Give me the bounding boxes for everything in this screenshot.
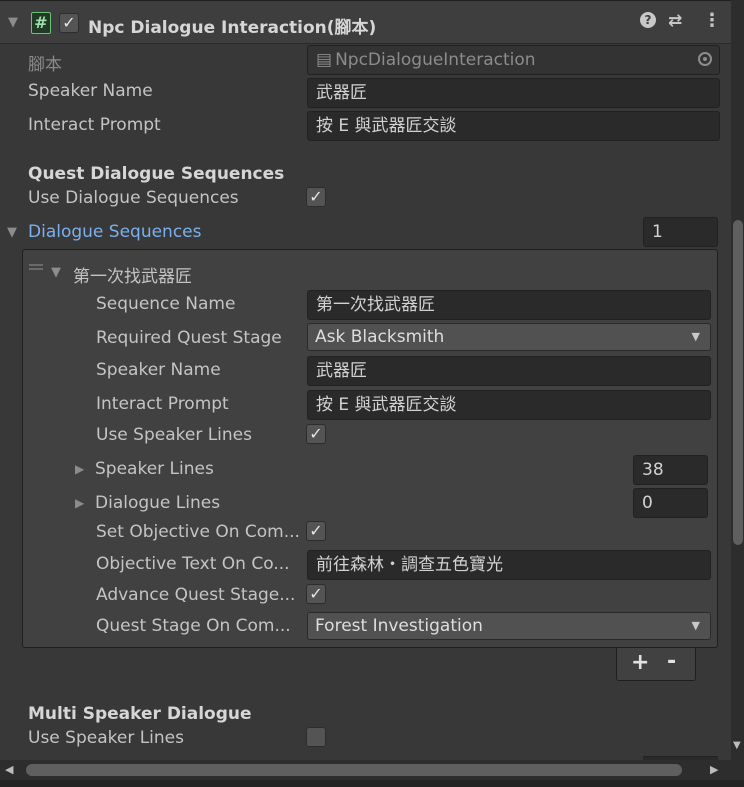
scroll-left-arrow-icon[interactable]: ◀: [5, 763, 13, 776]
interact-prompt-input[interactable]: 按 E 與武器匠交談: [307, 111, 720, 141]
advance-quest-stage-checkbox[interactable]: ✓: [306, 584, 326, 604]
sequence-interact-prompt-label: Interact Prompt: [96, 394, 229, 414]
script-field-value: NpcDialogueInteraction: [335, 50, 536, 70]
scroll-right-arrow-icon[interactable]: ▶: [710, 763, 718, 776]
kebab-menu-icon[interactable]: ⋮: [703, 10, 721, 31]
use-speaker-lines-label: Use Speaker Lines: [96, 425, 252, 445]
multi-use-speaker-lines-label: Use Speaker Lines: [28, 728, 184, 748]
speaker-lines-size-input[interactable]: 38: [633, 455, 708, 485]
speaker-lines-foldout[interactable]: Speaker Lines: [95, 459, 214, 479]
add-element-button[interactable]: +: [631, 650, 649, 675]
speaker-name-label: Speaker Name: [28, 81, 153, 101]
remove-element-button[interactable]: -: [667, 649, 676, 674]
script-file-icon: ▤: [316, 50, 333, 70]
speaker-lines-foldout-icon[interactable]: ▶: [75, 462, 84, 476]
dialogue-lines-foldout[interactable]: Dialogue Lines: [95, 493, 220, 513]
sequence-element-foldout-icon[interactable]: ▼: [51, 265, 61, 280]
drag-handle-icon[interactable]: [29, 264, 43, 266]
use-dialogue-sequences-label: Use Dialogue Sequences: [28, 188, 239, 208]
bottom-bar: [0, 780, 744, 787]
foldout-arrow-icon[interactable]: ▼: [8, 15, 18, 30]
component-title: Npc Dialogue Interaction(腳本): [88, 18, 377, 38]
list-add-remove-footer: + -: [616, 648, 696, 681]
script-label: 腳本: [28, 55, 62, 75]
multi-speaker-section-header: Multi Speaker Dialogue: [28, 704, 252, 724]
sequence-name-label: Sequence Name: [96, 294, 236, 314]
required-quest-stage-dropdown[interactable]: Ask Blacksmith ▼: [307, 323, 711, 351]
dialogue-sequences-foldout-icon[interactable]: ▼: [7, 225, 17, 240]
script-icon: #: [31, 12, 51, 34]
quest-stage-on-complete-dropdown[interactable]: Forest Investigation ▼: [307, 612, 711, 640]
script-field[interactable]: ▤ NpcDialogueInteraction: [307, 45, 720, 75]
quest-stage-on-complete-label: Quest Stage On Com...: [96, 616, 291, 636]
required-quest-stage-value: Ask Blacksmith: [315, 327, 445, 347]
set-objective-checkbox[interactable]: ✓: [306, 521, 326, 541]
use-dialogue-sequences-checkbox[interactable]: ✓: [306, 187, 326, 207]
dialogue-sequences-foldout[interactable]: Dialogue Sequences: [28, 222, 202, 242]
component-enabled-checkbox[interactable]: ✓: [59, 13, 79, 33]
advance-quest-stage-label: Advance Quest Stage...: [96, 585, 296, 605]
sequence-speaker-name-input[interactable]: 武器匠: [307, 356, 711, 386]
sequence-speaker-name-label: Speaker Name: [96, 360, 221, 380]
interact-prompt-label: Interact Prompt: [28, 115, 161, 135]
sequence-interact-prompt-input[interactable]: 按 E 與武器匠交談: [307, 390, 711, 420]
dialogue-lines-foldout-icon[interactable]: ▶: [75, 496, 84, 510]
dialogue-lines-size-input[interactable]: 0: [633, 488, 708, 518]
horizontal-scrollbar-thumb[interactable]: [26, 764, 682, 776]
sequence-name-input[interactable]: 第一次找武器匠: [307, 290, 711, 320]
dialogue-sequences-size-input[interactable]: 1: [643, 217, 718, 247]
quest-section-header: Quest Dialogue Sequences: [28, 164, 285, 184]
preset-icon[interactable]: ⇄: [668, 11, 682, 31]
dropdown-arrow-icon: ▼: [691, 619, 700, 632]
speaker-name-input[interactable]: 武器匠: [307, 78, 720, 108]
use-speaker-lines-checkbox[interactable]: ✓: [306, 424, 326, 444]
objective-text-label: Objective Text On Co...: [96, 554, 290, 574]
object-picker-icon[interactable]: [698, 52, 712, 66]
required-quest-stage-label: Required Quest Stage: [96, 328, 282, 348]
multi-use-speaker-lines-checkbox[interactable]: ✓: [306, 727, 326, 747]
sequence-element-title[interactable]: 第一次找武器匠: [73, 262, 192, 287]
quest-stage-on-complete-value: Forest Investigation: [315, 616, 483, 636]
dropdown-arrow-icon: ▼: [691, 330, 700, 343]
help-icon[interactable]: ?: [640, 12, 656, 28]
scroll-down-arrow-icon[interactable]: ▼: [733, 740, 741, 751]
set-objective-label: Set Objective On Com...: [96, 522, 300, 542]
vertical-scrollbar-thumb[interactable]: [733, 220, 743, 545]
objective-text-input[interactable]: 前往森林・調查五色寶光: [307, 550, 711, 580]
